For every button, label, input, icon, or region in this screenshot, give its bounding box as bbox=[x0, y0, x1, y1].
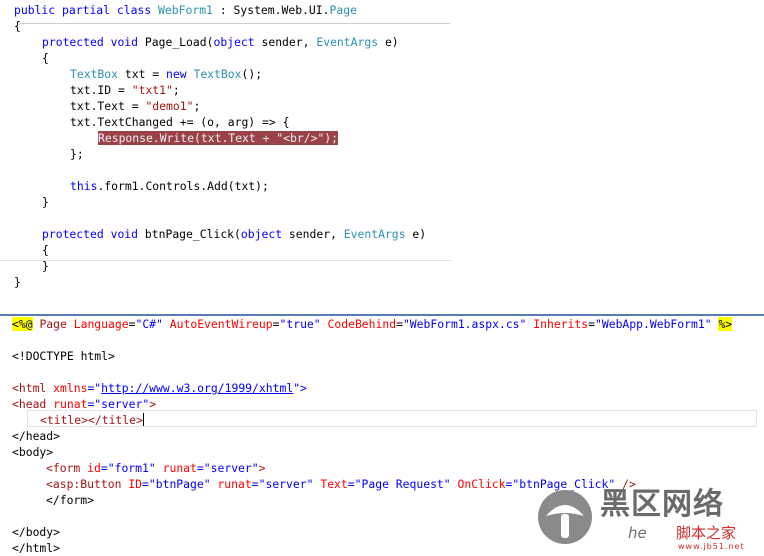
watermark-chinese: 脚本之家 bbox=[676, 524, 737, 542]
code-line-15: } bbox=[42, 259, 49, 273]
code-line-13: protected void btnPage_Click(object send… bbox=[42, 227, 427, 241]
code-line-12: } bbox=[42, 195, 49, 209]
code-line-4: { bbox=[42, 51, 49, 65]
markup-line-10: </form> bbox=[46, 493, 95, 507]
code-line-10: }; bbox=[70, 147, 84, 161]
code-line-3: protected void Page_Load(object sender, … bbox=[42, 35, 399, 49]
code-line-5: TextBox txt = new TextBox(); bbox=[70, 67, 263, 81]
code-line-6: txt.ID = "txt1"; bbox=[70, 83, 180, 97]
code-line-7: txt.Text = "demo1"; bbox=[70, 99, 201, 113]
code-line-2: { bbox=[14, 19, 21, 33]
mushroom-logo-icon bbox=[538, 490, 592, 544]
markup-line-8: <form id="form1" runat="server"> bbox=[46, 461, 266, 475]
site-watermark: 黑区网络 he 脚本之家 www.jb51.net bbox=[528, 486, 764, 556]
markup-line-11: </body> bbox=[12, 525, 61, 539]
markup-line-3: <html xmlns="http://www.w3.org/1999/xhtm… bbox=[12, 381, 307, 395]
breakpoint-highlight: Response.Write(txt.Text + "<br/>"); bbox=[98, 131, 339, 145]
watermark-site: www.jb51.net bbox=[678, 542, 745, 551]
code-line-14: { bbox=[42, 243, 49, 257]
watermark-domain: he bbox=[628, 524, 647, 542]
code-line-11: this.form1.Controls.Add(txt); bbox=[70, 179, 269, 193]
watermark-title: 黑区网络 bbox=[600, 487, 724, 522]
markup-line-12: </html> bbox=[12, 541, 61, 555]
code-line-9-breakpoint[interactable]: Response.Write(txt.Text + "<br/>"); bbox=[98, 130, 339, 146]
markup-line-7: <body> bbox=[12, 445, 54, 459]
code-line-16: } bbox=[14, 275, 21, 289]
code-line-8: txt.TextChanged += (o, arg) => { bbox=[70, 115, 290, 129]
markup-line-2: <!DOCTYPE html> bbox=[12, 349, 115, 363]
current-line-indicator bbox=[27, 410, 757, 427]
code-behind-editor[interactable]: public partial class WebForm1 : System.W… bbox=[0, 0, 764, 314]
markup-line-6: </head> bbox=[12, 429, 61, 443]
code-line-1: public partial class WebForm1 : System.W… bbox=[14, 3, 357, 17]
markup-line-1: <%@ Page Language="C#" AutoEventWireup="… bbox=[12, 317, 733, 331]
